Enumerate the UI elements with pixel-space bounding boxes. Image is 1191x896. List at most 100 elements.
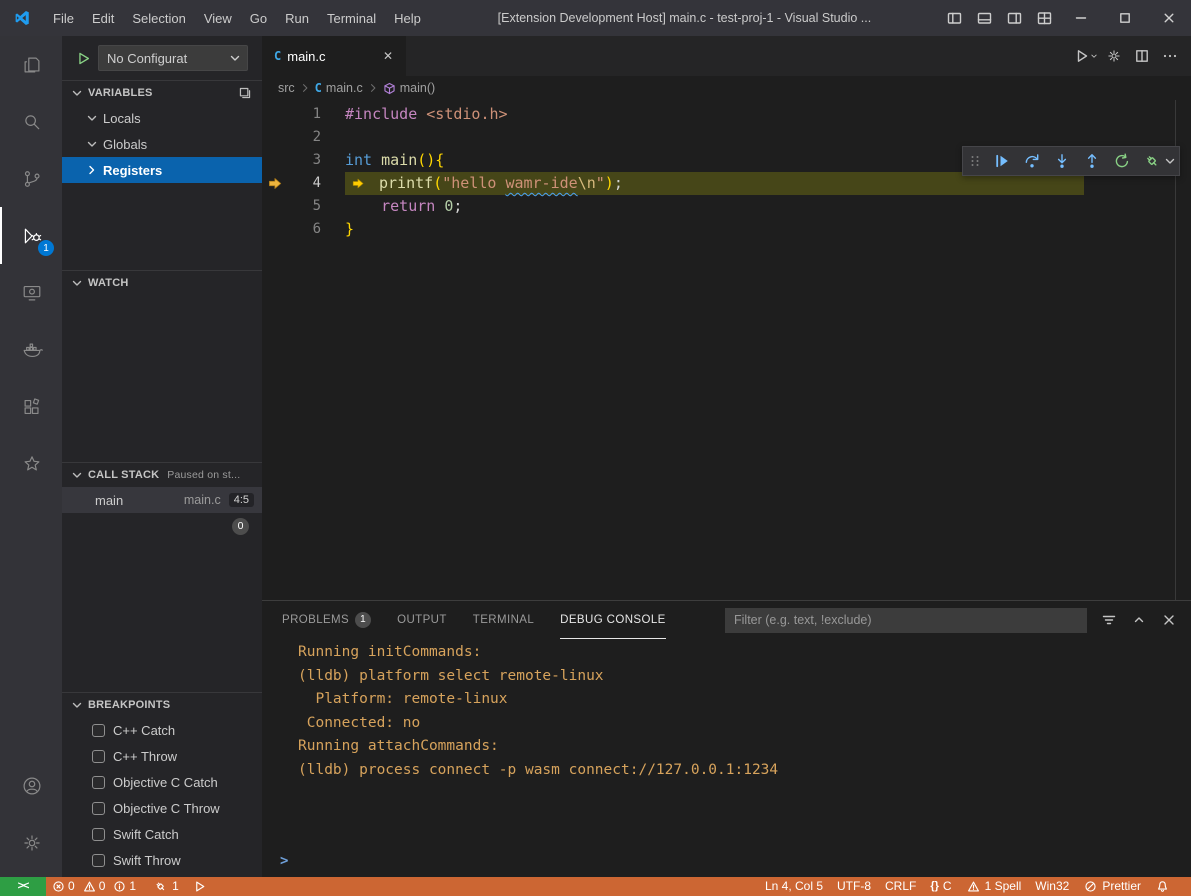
menu-view[interactable]: View bbox=[195, 0, 241, 36]
breakpoint-c-throw[interactable]: C++ Throw bbox=[62, 743, 262, 769]
breadcrumb-file[interactable]: C main.c bbox=[315, 81, 363, 95]
debug-current-line-arrow-icon[interactable] bbox=[262, 172, 289, 195]
menu-help[interactable]: Help bbox=[385, 0, 430, 36]
activity-item-search[interactable] bbox=[0, 93, 62, 150]
continue-button[interactable] bbox=[988, 148, 1015, 174]
tab-main-c[interactable]: C main.c ✕ bbox=[262, 36, 406, 76]
code-line-6[interactable]: 6} bbox=[262, 218, 1191, 241]
checkbox[interactable] bbox=[92, 828, 105, 841]
variables-item-registers[interactable]: Registers bbox=[62, 157, 262, 183]
variables-header[interactable]: VARIABLES bbox=[62, 81, 262, 105]
start-debug-icon[interactable] bbox=[76, 51, 91, 66]
code-line-1[interactable]: 1#include <stdio.h> bbox=[262, 103, 1191, 126]
customize-layout-icon[interactable] bbox=[1029, 4, 1059, 32]
glyph-margin[interactable] bbox=[262, 126, 289, 149]
panel-tab-debug-console[interactable]: DEBUG CONSOLE bbox=[560, 601, 666, 639]
breakpoint-swift-throw[interactable]: Swift Throw bbox=[62, 847, 262, 873]
activity-item-explorer[interactable] bbox=[0, 36, 62, 93]
code-token: wamr-ide bbox=[505, 174, 577, 192]
menu-selection[interactable]: Selection bbox=[123, 0, 194, 36]
gear-icon[interactable] bbox=[1101, 43, 1127, 69]
glyph-margin[interactable] bbox=[262, 149, 289, 172]
checkbox[interactable] bbox=[92, 802, 105, 815]
menu-edit[interactable]: Edit bbox=[83, 0, 123, 36]
console-filter-input[interactable] bbox=[725, 608, 1087, 633]
checkbox[interactable] bbox=[92, 724, 105, 737]
remote-indicator[interactable]: >< bbox=[0, 877, 46, 896]
variables-item-globals[interactable]: Globals bbox=[62, 131, 262, 157]
checkbox[interactable] bbox=[92, 776, 105, 789]
menu-file[interactable]: File bbox=[44, 0, 83, 36]
disconnect-button[interactable] bbox=[1138, 148, 1165, 174]
console-options-icon[interactable] bbox=[1099, 610, 1119, 630]
chevron-down-icon[interactable] bbox=[1089, 43, 1099, 69]
glyph-margin[interactable] bbox=[262, 195, 289, 218]
maximize-panel-icon[interactable] bbox=[1129, 610, 1149, 630]
c-file-icon: C bbox=[274, 49, 281, 63]
menu-run[interactable]: Run bbox=[276, 0, 318, 36]
code-editor[interactable]: 1#include <stdio.h>23int main(){4printf(… bbox=[262, 100, 1191, 600]
status-cursor-position[interactable]: Ln 4, Col 5 bbox=[758, 877, 830, 896]
step-over-button[interactable] bbox=[1018, 148, 1045, 174]
status-notifications[interactable] bbox=[1148, 877, 1177, 896]
debug-config-dropdown[interactable]: No Configurat bbox=[98, 45, 248, 71]
status-spell[interactable]: 1 Spell bbox=[959, 877, 1029, 896]
checkbox[interactable] bbox=[92, 854, 105, 867]
code-line-5[interactable]: 5 return 0; bbox=[262, 195, 1191, 218]
glyph-margin[interactable] bbox=[262, 218, 289, 241]
status-encoding[interactable]: UTF-8 bbox=[830, 877, 878, 896]
menu-terminal[interactable]: Terminal bbox=[318, 0, 385, 36]
step-into-button[interactable] bbox=[1048, 148, 1075, 174]
panel-tab-output[interactable]: OUTPUT bbox=[397, 601, 447, 639]
breadcrumb-symbol[interactable]: main() bbox=[383, 81, 435, 95]
status-eol[interactable]: CRLF bbox=[878, 877, 923, 896]
variables-item-locals[interactable]: Locals bbox=[62, 105, 262, 131]
activity-item-run-and-debug[interactable]: 1 bbox=[0, 207, 62, 264]
more-actions-icon[interactable] bbox=[1157, 43, 1183, 69]
status-debug-target[interactable] bbox=[186, 877, 215, 896]
toggle-sidebar-icon[interactable] bbox=[939, 4, 969, 32]
panel-tab-terminal[interactable]: TERMINAL bbox=[473, 601, 534, 639]
status-platform[interactable]: Win32 bbox=[1028, 877, 1076, 896]
status-prettier[interactable]: Prettier bbox=[1076, 877, 1148, 896]
checkbox[interactable] bbox=[92, 750, 105, 763]
breakpoint-objective-c-catch[interactable]: Objective C Catch bbox=[62, 769, 262, 795]
restart-button[interactable] bbox=[1108, 148, 1135, 174]
chevron-down-icon[interactable] bbox=[1162, 153, 1178, 169]
debug-console-output[interactable]: Running initCommands:(lldb) platform sel… bbox=[262, 639, 1191, 782]
tab-close-icon[interactable]: ✕ bbox=[378, 46, 398, 66]
activity-item-remote-explorer[interactable] bbox=[0, 264, 62, 321]
activity-item-favorites[interactable] bbox=[0, 435, 62, 492]
watch-header[interactable]: WATCH bbox=[62, 271, 262, 295]
activity-item-accounts[interactable] bbox=[0, 757, 62, 814]
close-button[interactable] bbox=[1147, 0, 1191, 36]
close-panel-icon[interactable] bbox=[1159, 610, 1179, 630]
status-problems[interactable]: 0 0 1 bbox=[46, 877, 146, 896]
breadcrumb-src[interactable]: src bbox=[278, 81, 295, 95]
status-ports[interactable]: 1 bbox=[146, 877, 186, 896]
maximize-button[interactable] bbox=[1103, 0, 1147, 36]
glyph-margin[interactable] bbox=[262, 103, 289, 126]
toggle-secondary-sidebar-icon[interactable] bbox=[999, 4, 1029, 32]
status-language-mode[interactable]: {} C bbox=[923, 877, 958, 896]
activity-item-docker[interactable] bbox=[0, 321, 62, 378]
tree-item-label: Registers bbox=[103, 163, 162, 178]
activity-item-extensions[interactable] bbox=[0, 378, 62, 435]
breakpoints-header[interactable]: BREAKPOINTS bbox=[62, 693, 262, 717]
split-editor-icon[interactable] bbox=[1129, 43, 1155, 69]
drag-handle-icon[interactable] bbox=[967, 153, 983, 169]
breakpoint-swift-catch[interactable]: Swift Catch bbox=[62, 821, 262, 847]
console-prompt[interactable]: > bbox=[280, 853, 288, 869]
minimize-button[interactable] bbox=[1059, 0, 1103, 36]
step-out-button[interactable] bbox=[1078, 148, 1105, 174]
call-stack-frame[interactable]: main main.c 4:5 bbox=[62, 487, 262, 513]
activity-item-manage[interactable] bbox=[0, 814, 62, 871]
activity-item-source-control[interactable] bbox=[0, 150, 62, 207]
toggle-panel-icon[interactable] bbox=[969, 4, 999, 32]
breakpoint-objective-c-throw[interactable]: Objective C Throw bbox=[62, 795, 262, 821]
call-stack-header[interactable]: CALL STACK Paused on st... bbox=[62, 463, 262, 487]
panel-tab-problems[interactable]: PROBLEMS1 bbox=[282, 601, 371, 639]
collapse-all-icon[interactable] bbox=[238, 86, 252, 100]
breakpoint-c-catch[interactable]: C++ Catch bbox=[62, 717, 262, 743]
menu-go[interactable]: Go bbox=[241, 0, 276, 36]
